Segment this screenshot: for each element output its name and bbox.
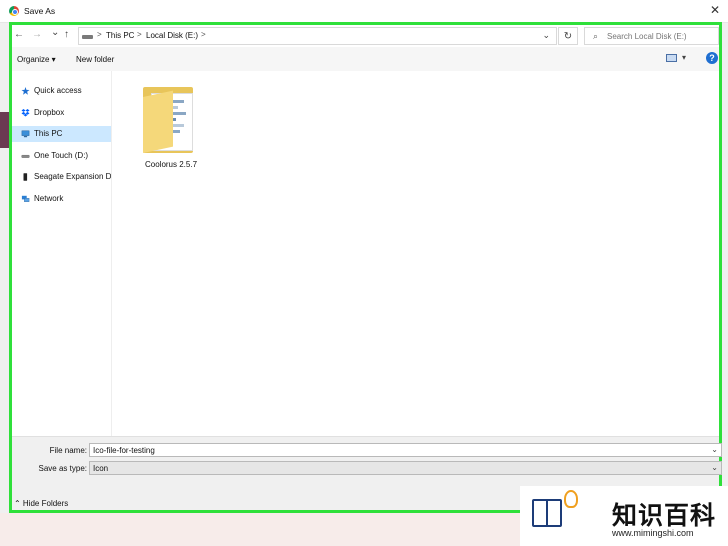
breadcrumb-separator: > — [137, 30, 142, 39]
watermark: 知识百科 www.mimingshi.com — [520, 486, 728, 546]
file-name-dropdown[interactable]: ⌄ — [711, 445, 718, 454]
breadcrumb-this-pc[interactable]: This PC — [106, 31, 134, 40]
sidebar-item-label: Seagate Expansion D — [34, 172, 112, 181]
recent-locations-button[interactable]: ⌄ — [51, 27, 59, 38]
lightbulb-icon — [564, 490, 578, 508]
background-bottom-strip — [0, 513, 520, 546]
sidebar-item-dropbox[interactable]: Dropbox — [12, 105, 111, 121]
command-bar: Organize ▾ New folder ▾ ? — [12, 47, 719, 71]
search-box[interactable]: ⌕ — [584, 27, 719, 45]
help-icon[interactable]: ? — [706, 52, 718, 64]
forward-button[interactable]: → — [32, 29, 42, 40]
title-bar: Save As ✕ — [0, 0, 728, 23]
folder-name: Coolorus 2.5.7 — [144, 160, 198, 169]
navigation-bar: ← → ⌄ ↑ > This PC > Local Disk (E:) > ⌄ … — [12, 25, 719, 47]
watermark-url: www.mimingshi.com — [612, 528, 694, 538]
sidebar-item-label: One Touch (D:) — [34, 151, 89, 160]
background-left-strip — [0, 22, 9, 546]
background-app-edge — [0, 112, 9, 148]
address-bar[interactable]: > This PC > Local Disk (E:) > ⌄ — [78, 27, 557, 45]
drive-icon — [82, 35, 93, 39]
chrome-icon — [9, 6, 19, 16]
save-type-select[interactable]: Icon ⌄ — [89, 461, 722, 475]
breadcrumb-separator: > — [97, 30, 102, 39]
new-folder-button[interactable]: New folder — [76, 55, 114, 64]
file-name-field[interactable]: ⌄ — [89, 443, 722, 457]
close-button[interactable]: ✕ — [710, 3, 720, 17]
sidebar-item-network[interactable]: Network — [12, 191, 111, 207]
save-type-label: Save as type: — [38, 464, 87, 473]
back-button[interactable]: ← — [14, 29, 24, 40]
watermark-text: 知识百科 — [612, 501, 717, 530]
navigation-pane: Quick access Dropbox This PC One Touch (… — [12, 71, 111, 436]
sidebar-item-quick-access[interactable]: Quick access — [12, 83, 111, 99]
save-type-dropdown[interactable]: ⌄ — [711, 463, 718, 472]
computer-icon — [21, 130, 30, 138]
search-icon: ⌕ — [593, 31, 599, 41]
sidebar-item-label: Quick access — [34, 86, 82, 95]
up-button[interactable]: ↑ — [64, 29, 69, 40]
dropbox-icon — [21, 109, 30, 117]
address-dropdown-button[interactable]: ⌄ — [542, 30, 550, 41]
file-list-pane[interactable]: Coolorus 2.5.7 — [111, 71, 719, 436]
sidebar-item-label: Network — [34, 194, 64, 203]
book-icon — [532, 499, 562, 527]
view-options-dropdown[interactable]: ▾ — [682, 53, 686, 62]
sidebar-item-label: Dropbox — [34, 108, 65, 117]
breadcrumb-local-disk[interactable]: Local Disk (E:) — [146, 31, 198, 40]
usb-drive-icon — [23, 173, 28, 181]
sidebar-item-label: This PC — [34, 129, 63, 138]
organize-button[interactable]: Organize ▾ — [17, 55, 56, 64]
sidebar-item-one-touch[interactable]: One Touch (D:) — [12, 148, 111, 164]
view-options-icon[interactable] — [666, 54, 677, 62]
file-name-label: File name: — [49, 446, 87, 455]
search-input[interactable] — [607, 30, 715, 42]
file-name-input[interactable] — [93, 445, 693, 455]
star-icon — [21, 87, 30, 95]
window-title: Save As — [24, 6, 56, 16]
sidebar-item-seagate[interactable]: Seagate Expansion D — [12, 169, 111, 185]
network-icon — [21, 195, 30, 202]
drive-icon — [21, 155, 30, 158]
folder-item[interactable]: Coolorus 2.5.7 — [135, 83, 207, 173]
hide-folders-button[interactable]: ⌃ Hide Folders — [14, 499, 68, 508]
sidebar-item-this-pc[interactable]: This PC — [12, 126, 111, 142]
breadcrumb-separator: > — [201, 30, 206, 39]
save-type-value: Icon — [93, 464, 109, 473]
folder-front — [143, 90, 173, 153]
highlight-frame: ← → ⌄ ↑ > This PC > Local Disk (E:) > ⌄ … — [9, 22, 722, 513]
refresh-button[interactable]: ↻ — [558, 27, 578, 45]
